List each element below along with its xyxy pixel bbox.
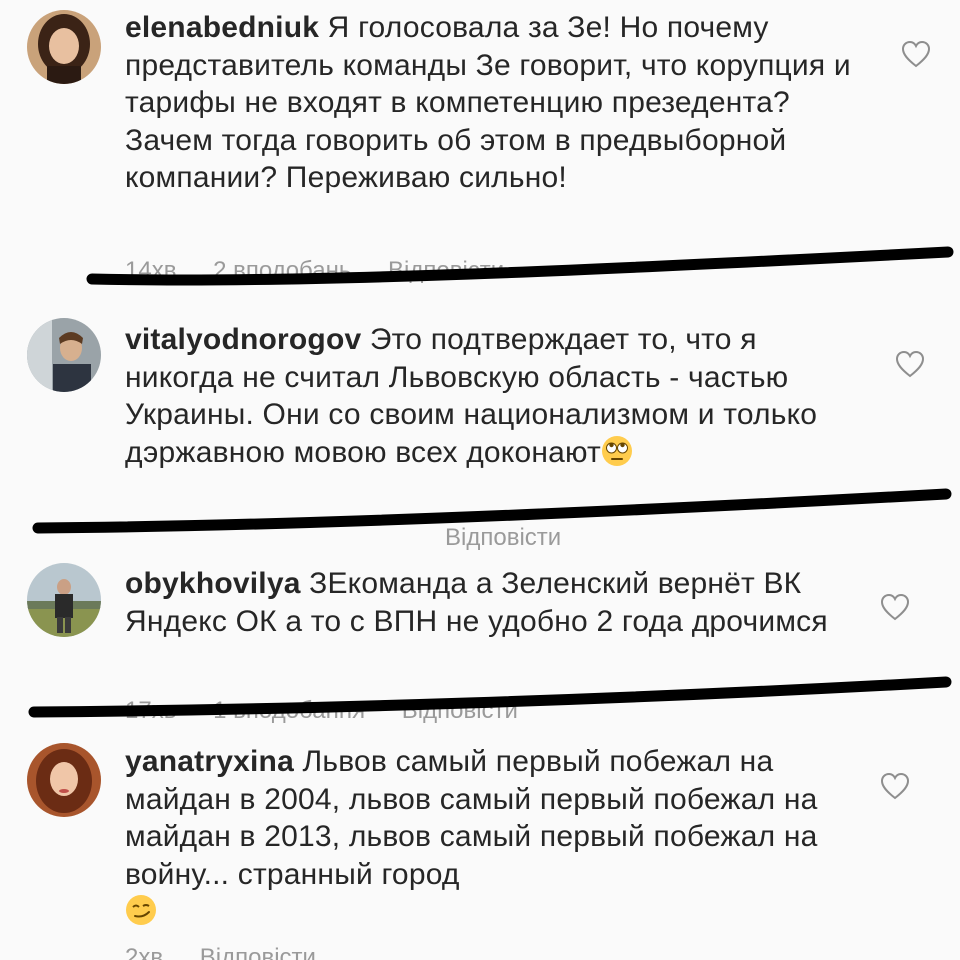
heart-icon[interactable] (880, 772, 910, 800)
comment-text: yanatryxina Львов самый первый побежал н… (125, 743, 835, 931)
comment-item: yanatryxina Львов самый первый побежал н… (0, 0, 960, 960)
smirking-face-icon (126, 895, 156, 925)
username[interactable]: yanatryxina (125, 745, 294, 778)
avatar[interactable] (27, 743, 101, 817)
comments-screen: elenabedniuk Я голосовала за Зе! Но поче… (0, 0, 960, 960)
reply-link[interactable]: Відповісти (200, 944, 316, 960)
comment-time: 2хв (125, 944, 164, 960)
comment-meta: 2хв Відповісти (125, 944, 346, 960)
